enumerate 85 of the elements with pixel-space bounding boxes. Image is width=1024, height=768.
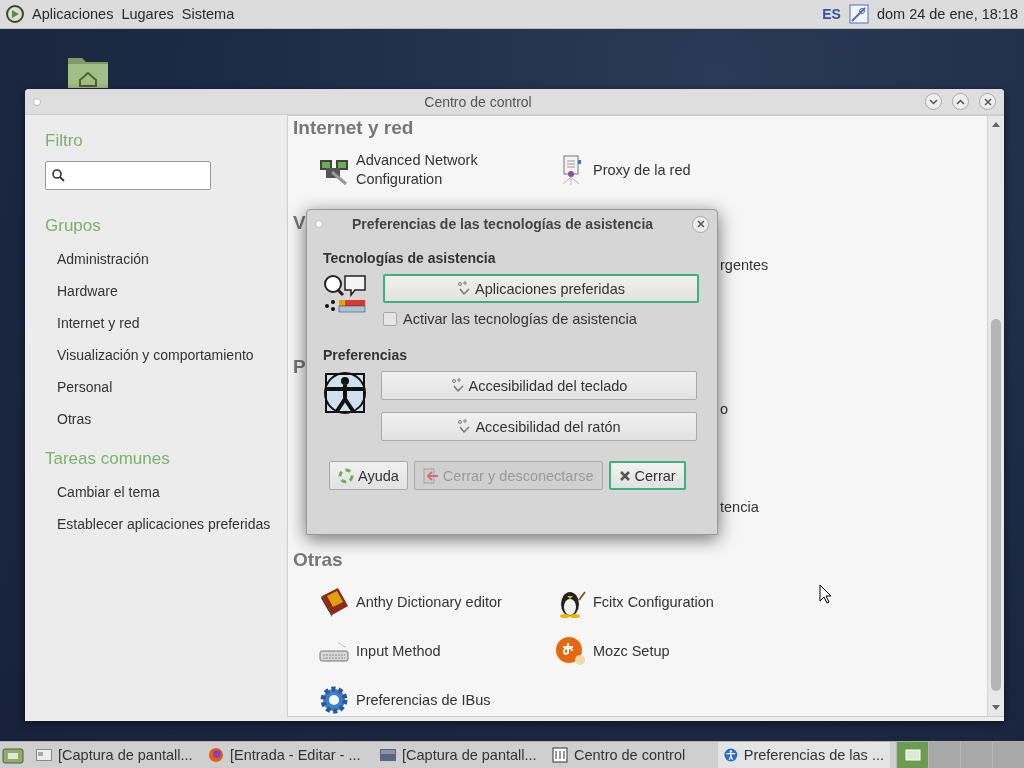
figure-in-circle-icon — [323, 371, 367, 415]
taskbar-button[interactable]: [Captura de pantall... — [374, 742, 546, 768]
search-field[interactable] — [45, 161, 211, 190]
group-heading: Tecnologías de asistencia — [323, 250, 497, 266]
applet-item[interactable]: Preferencias de IBus — [318, 680, 555, 716]
workspace-window-icon — [904, 749, 921, 761]
window-menu-dot[interactable] — [33, 97, 41, 106]
sidebar-link[interactable]: Visualización y comportamiento — [57, 346, 285, 365]
sidebar-link[interactable]: Cambiar el tema — [57, 483, 285, 502]
sidebar-link[interactable]: Otras — [57, 410, 285, 429]
applet-label[interactable]: rgentes — [720, 256, 769, 275]
menu-item[interactable]: Lugares — [121, 6, 174, 22]
close-icon — [983, 97, 992, 106]
keyboard-layout-indicator[interactable]: ES — [822, 6, 841, 22]
applet-item[interactable]: Fcitx Configuration — [555, 582, 987, 622]
applet-label[interactable]: tencia — [720, 498, 759, 517]
checkbox-label[interactable]: Activar las tecnologías de asistencia — [403, 311, 637, 327]
scroll-up-arrow-icon[interactable] — [992, 122, 1000, 127]
applet-item[interactable]: Anthy Dictionary editor — [318, 582, 555, 622]
taskbar-button[interactable]: [Entrada - Editar - ... — [202, 742, 374, 768]
close-button[interactable] — [979, 93, 996, 110]
search-icon — [52, 169, 65, 182]
window-menu-dot[interactable] — [315, 220, 323, 228]
show-desktop-icon[interactable] — [2, 746, 24, 764]
workspace-switcher-button[interactable] — [992, 742, 1024, 768]
scroll-down-arrow-icon[interactable] — [992, 705, 1000, 710]
preference-button[interactable]: Aplicaciones preferidas — [383, 274, 699, 303]
section-heading: Otras — [293, 548, 343, 572]
sparkle-icon — [457, 418, 472, 435]
dialog-button[interactable]: Cerrar — [608, 461, 686, 490]
workspace-switcher-button[interactable] — [896, 742, 928, 768]
taskbar-button[interactable]: Preferencias de las ... — [718, 742, 890, 768]
exit-icon — [422, 467, 439, 484]
menu-item[interactable]: Sistema — [181, 6, 235, 22]
preference-button[interactable]: Accesibilidad del teclado — [381, 371, 697, 400]
magnifier-speech-bubble-icon — [323, 274, 369, 316]
clock[interactable]: dom 24 de ene, 18:18 — [876, 6, 1018, 22]
dialog-button[interactable]: Ayuda — [329, 461, 408, 490]
image-icon — [380, 749, 396, 761]
network-icon[interactable] — [848, 4, 869, 24]
sidebar-link[interactable]: Hardware — [57, 282, 285, 301]
scrollbar-thumb[interactable] — [991, 319, 1001, 691]
control-panel-icon — [552, 747, 568, 763]
close-button[interactable] — [692, 215, 709, 233]
lifebuoy-icon — [338, 467, 354, 484]
round-badge-icon — [555, 635, 587, 667]
sidebar-link[interactable]: Administración — [57, 250, 285, 269]
workspace-switcher-button[interactable] — [928, 742, 960, 768]
checkbox[interactable] — [383, 312, 397, 326]
taskbar-button[interactable]: Centro de control — [546, 742, 718, 768]
applet-item[interactable]: Proxy de la red — [555, 150, 987, 190]
close-icon — [618, 469, 631, 482]
menu-logo-icon[interactable] — [6, 5, 24, 23]
sparkle-icon — [457, 280, 472, 297]
chevron-down-icon — [929, 98, 938, 105]
book-icon — [318, 586, 350, 618]
dialog-title: Preferencias de las tecnologías de asistencia — [350, 216, 655, 232]
mouse-cursor-icon — [819, 584, 832, 604]
accessibility-icon — [724, 747, 738, 763]
applet-item[interactable]: Input Method — [318, 631, 555, 671]
applet-item[interactable]: Advanced Network Configuration — [318, 150, 555, 190]
chevron-up-icon — [956, 98, 965, 105]
maximize-button[interactable] — [952, 93, 969, 110]
section-heading: V — [293, 211, 306, 235]
sidebar-link[interactable]: Personal — [57, 378, 285, 397]
applet-label[interactable]: o — [720, 400, 729, 419]
sidebar-link[interactable]: Internet y red — [57, 314, 285, 333]
section-heading: Internet y red — [293, 116, 414, 140]
sidebar-heading: Grupos — [45, 216, 102, 236]
window-icon — [36, 749, 52, 761]
sidebar-heading: Tareas comunes — [45, 449, 171, 469]
taskbar-button[interactable]: [Captura de pantall... — [30, 742, 202, 768]
sidebar-link[interactable]: Establecer aplicaciones preferidas — [57, 515, 285, 534]
minimize-button[interactable] — [925, 93, 942, 110]
group-heading: Preferencias — [323, 347, 409, 363]
sidebar-heading: Filtro — [45, 131, 84, 151]
applet-item[interactable]: Mozc Setup — [555, 631, 987, 671]
sparkle-icon — [450, 377, 465, 394]
window-title: Centro de control — [423, 93, 533, 110]
section-heading: P — [293, 355, 306, 379]
preference-button[interactable]: Accesibilidad del ratón — [381, 412, 697, 441]
close-icon — [696, 220, 705, 228]
browser-globe-icon — [208, 747, 224, 763]
menu-item[interactable]: Aplicaciones — [32, 6, 114, 22]
workspace-switcher-button[interactable] — [960, 742, 992, 768]
